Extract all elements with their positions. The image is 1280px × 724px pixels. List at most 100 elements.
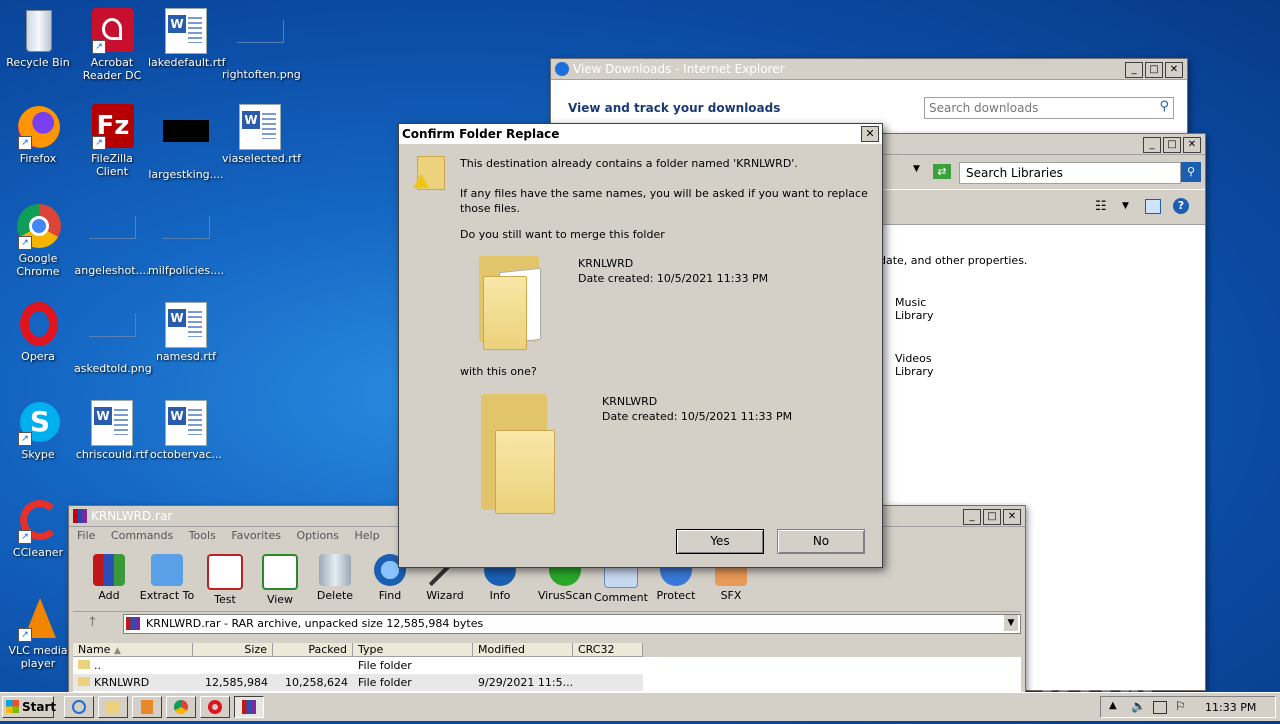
taskbar-opera-button[interactable]	[200, 696, 230, 718]
table-row[interactable]: .. File folder	[73, 657, 573, 674]
chevron-down-icon[interactable]: ▼	[1122, 201, 1129, 211]
menu-options[interactable]: Options	[297, 529, 339, 542]
minimize-button[interactable]: _	[1125, 62, 1143, 78]
desktop-icon-label: Opera	[21, 350, 55, 363]
desktop-icon-recycle-bin[interactable]: Recycle Bin	[0, 8, 76, 69]
row-modified: 9/29/2021 11:5...	[478, 676, 574, 689]
minimize-button[interactable]: _	[1143, 137, 1161, 153]
desktop-icon-label: Firefox	[19, 152, 57, 165]
menu-help[interactable]: Help	[354, 529, 379, 542]
clock[interactable]: 11:33 PM	[1205, 701, 1256, 714]
search-icon[interactable]: ⚲	[1181, 162, 1201, 182]
tool-delete-button[interactable]: Delete	[305, 554, 365, 602]
network-icon[interactable]	[1153, 701, 1167, 714]
desktop-icon-octobervac[interactable]: W octobervac...	[148, 400, 224, 461]
desktop-icon-ccleaner[interactable]: ↗ CCleaner	[0, 498, 76, 559]
row-type: File folder	[358, 659, 412, 672]
column-size[interactable]: Size	[193, 643, 273, 657]
desktop-icon-rightoften[interactable]: rightoften.png	[222, 8, 301, 81]
desktop-icon-angeleshot[interactable]: angeleshot....	[74, 204, 150, 277]
explorer-titlebar: _ □ ✕	[879, 134, 1205, 155]
search-libraries-input[interactable]: Search Libraries	[959, 162, 1181, 184]
desktop-icon-opera[interactable]: Opera	[0, 302, 76, 363]
close-button[interactable]: ✕	[1183, 137, 1201, 153]
column-modified[interactable]: Modified	[473, 643, 573, 657]
desktop-icon-viaselected[interactable]: W viaselected.rtf	[222, 104, 301, 165]
filezilla-icon: Fz ↗	[88, 104, 136, 150]
taskbar-chrome-button[interactable]	[166, 696, 196, 718]
desktop-icon-label: octobervac...	[150, 448, 222, 461]
flag-icon[interactable]: ⚐	[1175, 699, 1186, 713]
tool-extract-button[interactable]: Extract To	[137, 554, 197, 602]
tool-view-button[interactable]: View	[250, 554, 310, 606]
maximize-button[interactable]: □	[1163, 137, 1181, 153]
menu-favorites[interactable]: Favorites	[231, 529, 281, 542]
help-icon[interactable]: ?	[1173, 198, 1189, 214]
taskbar-media-button[interactable]	[132, 696, 162, 718]
column-crc32[interactable]: CRC32	[573, 643, 643, 657]
desktop-icon-firefox[interactable]: ↗ Firefox	[0, 104, 76, 165]
new-folder-name: KRNLWRD	[602, 395, 658, 408]
start-button[interactable]: Start	[2, 696, 56, 718]
taskbar-ie-button[interactable]	[64, 696, 94, 718]
desktop-icon-label: largestking....	[148, 168, 224, 181]
row-name: ..	[73, 657, 193, 674]
menu-tools[interactable]: Tools	[189, 529, 216, 542]
up-arrow-icon[interactable]: ↑	[87, 615, 98, 630]
maximize-button[interactable]: □	[1145, 62, 1163, 78]
no-button[interactable]: No	[777, 529, 865, 554]
desktop-icon-lakedefault[interactable]: W lakedefault.rtf	[148, 8, 226, 69]
view-options-icon[interactable]: ☷	[1095, 199, 1107, 214]
dialog-titlebar: Confirm Folder Replace ✕	[399, 124, 882, 144]
media-player-icon	[141, 700, 153, 714]
column-packed[interactable]: Packed	[273, 643, 353, 657]
desktop-icon-label: lakedefault.rtf	[148, 56, 226, 69]
chrome-icon: ↗	[14, 204, 62, 250]
taskbar-winrar-button[interactable]	[234, 696, 264, 718]
desktop-icon-chrome[interactable]: ↗ Google Chrome	[0, 204, 76, 278]
tool-add-button[interactable]: Add	[79, 554, 139, 602]
desktop-icon-filezilla[interactable]: Fz ↗ FileZilla Client	[74, 104, 150, 178]
taskbar-explorer-button[interactable]	[98, 696, 128, 718]
search-downloads-input[interactable]: Search downloads ⚲	[924, 97, 1174, 119]
desktop-icon-label: milfpolicies....	[148, 264, 225, 277]
maximize-button[interactable]: □	[983, 509, 1001, 525]
table-row[interactable]: KRNLWRD 12,585,984 10,258,624 File folde…	[73, 674, 643, 691]
desktop-icon-largestking[interactable]: largestking....	[148, 104, 224, 181]
desktop-icon-vlc[interactable]: ↗ VLC media player	[0, 596, 76, 670]
desktop-icon-namesd[interactable]: W namesd.rtf	[148, 302, 224, 363]
search-icon[interactable]: ⚲	[1159, 99, 1169, 114]
new-folder-icon[interactable]	[481, 390, 581, 516]
desktop-icon-chriscould[interactable]: W chriscould.rtf	[74, 400, 150, 461]
chevron-down-icon[interactable]: ▼	[1004, 615, 1018, 631]
tray-expand-icon[interactable]: ▲	[1109, 700, 1117, 711]
preview-pane-icon[interactable]	[1145, 199, 1161, 214]
menu-file[interactable]: File	[77, 529, 95, 542]
desktop-icon-acrobat[interactable]: ↗ Acrobat Reader DC	[74, 8, 150, 82]
volume-icon[interactable]: 🔈	[1131, 699, 1146, 713]
library-videos[interactable]: Videos Library	[895, 352, 933, 378]
desktop-icon-milfpolicies[interactable]: milfpolicies....	[148, 204, 224, 277]
dropdown-arrow-icon[interactable]: ▼	[913, 164, 920, 174]
refresh-icon[interactable]: ⇄	[933, 164, 951, 179]
minimize-button[interactable]: _	[963, 509, 981, 525]
dialog-question: with this one?	[460, 365, 537, 378]
close-button[interactable]: ✕	[1165, 62, 1183, 78]
menu-commands[interactable]: Commands	[111, 529, 173, 542]
close-button[interactable]: ✕	[1003, 509, 1021, 525]
path-field[interactable]: KRNLWRD.rar - RAR archive, unpacked size…	[123, 614, 1021, 634]
existing-folder-icon[interactable]	[479, 256, 549, 352]
rar-archive-icon	[126, 617, 140, 630]
desktop-icon-label: rightoften.png	[222, 68, 301, 81]
desktop-icon-askedtold[interactable]: askedtold.png	[74, 302, 152, 375]
existing-folder-date: Date created: 10/5/2021 11:33 PM	[578, 272, 769, 285]
column-type[interactable]: Type	[353, 643, 473, 657]
library-music[interactable]: Music Library	[895, 296, 933, 322]
desktop-icon-skype[interactable]: S ↗ Skype	[0, 400, 76, 461]
close-button[interactable]: ✕	[861, 126, 879, 142]
column-name[interactable]: Name ▲	[73, 643, 193, 657]
yes-button[interactable]: Yes	[676, 529, 764, 554]
dialog-message: This destination already contains a fold…	[460, 157, 798, 170]
desktop-icon-label: viaselected.rtf	[222, 152, 301, 165]
tool-test-button[interactable]: Test	[195, 554, 255, 606]
